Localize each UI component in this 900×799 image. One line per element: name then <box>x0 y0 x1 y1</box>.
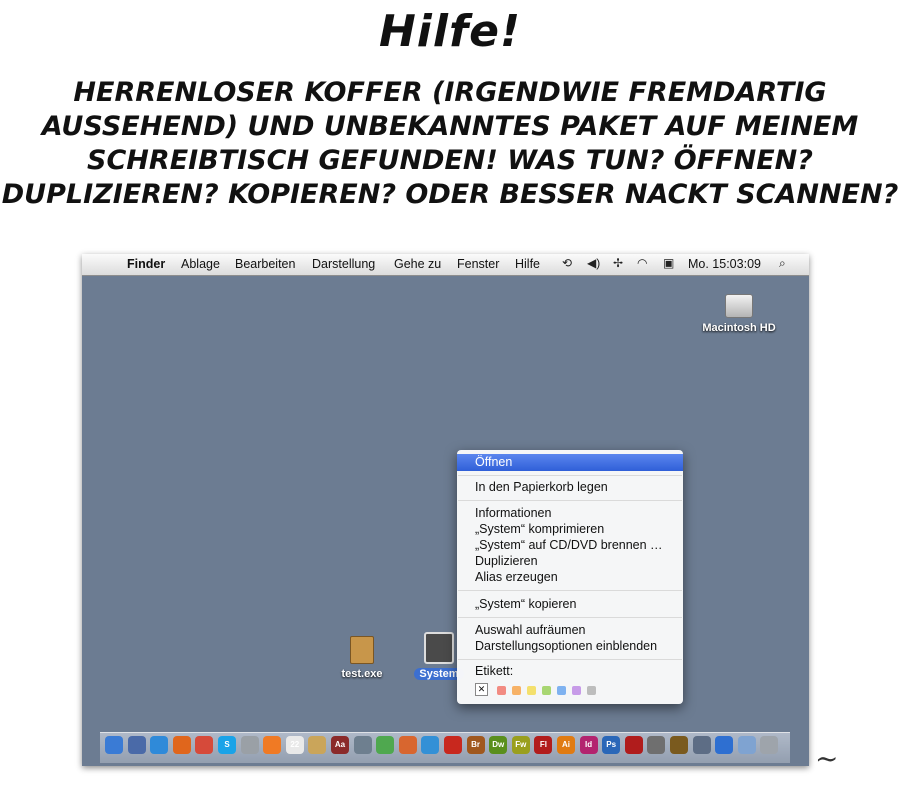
menu-item-open-label: Öffnen <box>475 455 513 469</box>
menu-item-info[interactable]: Informationen <box>475 506 551 520</box>
menu-item-copy[interactable]: „System“ kopieren <box>475 597 576 611</box>
menu-item-trash[interactable]: In den Papierkorb legen <box>475 480 608 494</box>
label-heading: Etikett: <box>475 664 514 678</box>
finder-icon[interactable] <box>105 736 123 754</box>
menu-separator <box>458 617 682 618</box>
macintosh-hd-label: Macintosh HD <box>702 322 776 334</box>
bridge-icon[interactable]: Br <box>466 736 485 754</box>
menu-separator <box>458 500 682 501</box>
network-icon[interactable] <box>421 736 440 754</box>
label-none-swatch[interactable]: ✕ <box>475 683 488 696</box>
menu-item-duplicate[interactable]: Duplizieren <box>475 554 538 568</box>
label-color-swatch[interactable] <box>512 686 521 695</box>
menu-item-open[interactable]: Öffnen <box>457 454 683 471</box>
suitcase-icon <box>424 632 454 664</box>
test-exe-icon[interactable]: test.exe <box>334 636 390 680</box>
clock-icon[interactable]: ▣ <box>663 256 674 270</box>
keynote-icon[interactable] <box>398 736 417 754</box>
menu-item-burn[interactable]: „System“ auf CD/DVD brennen … <box>475 538 663 552</box>
flash-icon[interactable]: Fl <box>534 736 553 754</box>
mac-desktop-screenshot: Finder Ablage Bearbeiten Darstellung Geh… <box>82 254 809 766</box>
message-line: aussehend) und unbekanntes PAKET auf mei… <box>41 111 859 142</box>
menu-hilfe[interactable]: Hilfe <box>515 257 540 271</box>
message-line: Duplizieren? Kopieren? Oder besser nackt… <box>1 179 899 210</box>
calendar-icon[interactable]: 22 <box>285 736 304 754</box>
pages-icon[interactable] <box>308 736 327 754</box>
time-machine-icon[interactable]: ⟲ <box>562 256 572 270</box>
menu-bearbeiten[interactable]: Bearbeiten <box>235 257 295 271</box>
menu-separator <box>458 475 682 476</box>
dreamweaver-icon[interactable]: Dw <box>489 736 508 754</box>
trash-icon[interactable] <box>760 736 779 754</box>
test-exe-label: test.exe <box>341 668 383 680</box>
hard-drive-icon <box>725 294 753 318</box>
headline-message: Herrenloser KOFFER (irgendwie fremdartig… <box>0 76 900 212</box>
volume-icon[interactable]: ◀) <box>587 256 600 270</box>
label-color-swatch[interactable] <box>572 686 581 695</box>
signature-mark: ~ <box>815 742 839 775</box>
bluetooth-icon[interactable]: ✢ <box>613 256 623 270</box>
menu-clock[interactable]: Mo. 15:03:09 <box>688 257 761 271</box>
menu-gehe-zu[interactable]: Gehe zu <box>394 257 441 271</box>
photoshop-icon[interactable]: Ps <box>602 736 621 754</box>
wifi-icon[interactable]: ◠ <box>637 256 647 270</box>
label-color-swatch[interactable] <box>542 686 551 695</box>
xampp-icon[interactable] <box>263 736 282 754</box>
book-icon[interactable] <box>624 736 643 754</box>
illustrator-icon[interactable]: Ai <box>557 736 575 754</box>
page-title: Hilfe! <box>378 6 522 57</box>
menu-fenster[interactable]: Fenster <box>457 257 499 271</box>
label-color-swatch[interactable] <box>557 686 566 695</box>
menu-item-view-options[interactable]: Darstellungsoptionen einblenden <box>475 639 657 653</box>
menu-darstellung[interactable]: Darstellung <box>312 257 375 271</box>
indesign-icon[interactable]: Id <box>579 736 598 754</box>
skype-icon[interactable]: S <box>218 736 236 754</box>
settings-icon[interactable] <box>647 736 666 754</box>
menu-bar: Finder Ablage Bearbeiten Darstellung Geh… <box>82 254 809 276</box>
magnifying-glass-icon[interactable]: ⌕ <box>779 256 786 271</box>
mail-icon[interactable] <box>692 736 711 754</box>
dictionary-icon[interactable]: Aa <box>331 736 349 754</box>
macintosh-hd-icon[interactable]: Macintosh HD <box>694 294 784 334</box>
package-icon <box>350 636 374 664</box>
menu-item-compress[interactable]: „System“ komprimieren <box>475 522 604 536</box>
label-color-swatch[interactable] <box>587 686 596 695</box>
home-icon[interactable] <box>715 736 734 754</box>
menu-separator <box>458 590 682 591</box>
menu-separator <box>458 659 682 660</box>
firefox-icon[interactable] <box>172 736 191 754</box>
menu-item-alias[interactable]: Alias erzeugen <box>475 570 558 584</box>
script-icon[interactable] <box>353 736 372 754</box>
message-line: Herrenloser KOFFER (irgendwie fremdartig <box>73 77 827 108</box>
dock: S 22 Aa Br Dw Fw Fl Ai Id Ps <box>100 732 790 763</box>
globe-icon[interactable] <box>670 736 688 754</box>
context-menu: Öffnen In den Papierkorb legen Informati… <box>457 450 683 704</box>
fireworks-icon[interactable]: Fw <box>511 736 530 754</box>
chrome-icon[interactable] <box>195 736 214 754</box>
preview-icon[interactable] <box>127 736 146 754</box>
message-line: Schreibtisch gefunden! Was tun? öffnen? <box>87 145 813 176</box>
menu-ablage[interactable]: Ablage <box>181 257 220 271</box>
acrobat-icon[interactable] <box>444 736 462 754</box>
folder-icon[interactable] <box>737 736 756 754</box>
safari-icon[interactable] <box>150 736 169 754</box>
label-color-swatch[interactable] <box>497 686 506 695</box>
support-icon[interactable] <box>240 736 259 754</box>
chart-app-icon[interactable] <box>376 736 395 754</box>
menu-item-cleanup[interactable]: Auswahl aufräumen <box>475 623 585 637</box>
menu-finder[interactable]: Finder <box>127 257 165 271</box>
label-color-swatch[interactable] <box>527 686 536 695</box>
